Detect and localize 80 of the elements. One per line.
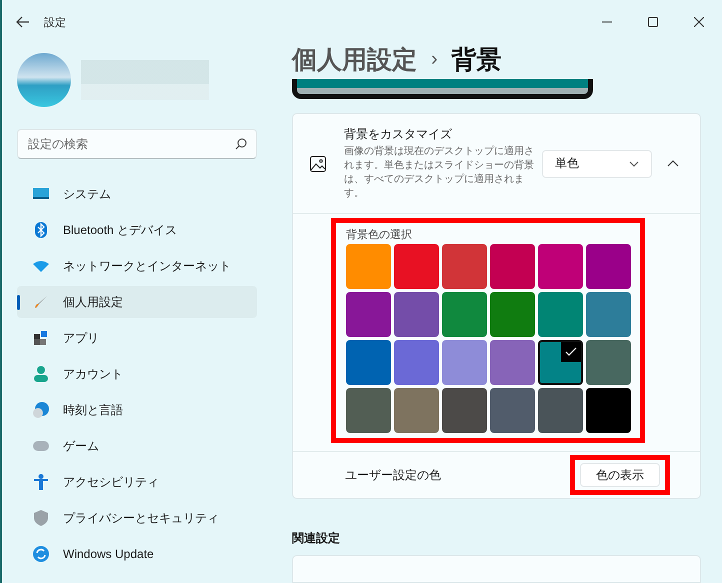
nav-label: アクセシビリティ (63, 474, 159, 490)
nav-label: アプリ (63, 330, 99, 346)
page-title: 背景 (452, 45, 502, 76)
custom-color-label: ユーザー設定の色 (345, 466, 441, 484)
color-picker-label: 背景色の選択 (346, 228, 413, 242)
nav-icon (33, 402, 49, 418)
nav-item[interactable]: Windows Update (17, 538, 257, 570)
nav-label: 時刻と言語 (63, 402, 123, 418)
nav-icon (33, 441, 49, 451)
window-title: 設定 (44, 16, 66, 30)
selection-indicator (17, 295, 20, 310)
nav-icon (33, 366, 49, 382)
nav-item[interactable]: Bluetooth とデバイス (17, 214, 257, 246)
nav-label: ゲーム (63, 438, 99, 454)
check-icon (561, 342, 581, 362)
nav-item[interactable]: ネットワークとインターネット (17, 250, 257, 282)
image-icon (310, 156, 326, 172)
setting-description: 画像の背景は現在のデスクトップに適用されます。単色またはスライドショーの背景は、すべてのデスクトップに適用されます。 (344, 145, 535, 202)
color-swatch[interactable] (442, 292, 487, 338)
nav-label: システム (63, 186, 111, 202)
nav-label: ネットワークとインターネット (63, 258, 231, 274)
color-swatch[interactable] (586, 244, 631, 290)
color-swatch[interactable] (490, 340, 535, 386)
nav-icon (33, 188, 49, 200)
color-swatch[interactable] (586, 340, 631, 386)
nav-item[interactable]: アカウント (17, 358, 257, 390)
background-type-dropdown[interactable]: 単色 (542, 150, 652, 178)
nav-icon (33, 331, 49, 345)
color-swatch[interactable] (490, 388, 535, 434)
maximize-icon (648, 17, 658, 27)
nav-item[interactable]: システム (17, 178, 257, 210)
nav-item[interactable]: 個人用設定 (17, 286, 257, 318)
nav-item[interactable]: 時刻と言語 (17, 394, 257, 426)
nav-icon (33, 546, 49, 562)
nav-icon (33, 222, 49, 238)
nav-label: アカウント (63, 366, 123, 382)
color-swatch[interactable] (538, 388, 583, 434)
color-swatch[interactable] (346, 388, 391, 434)
search-icon (235, 138, 247, 150)
color-swatch[interactable] (346, 244, 391, 290)
avatar-photo-placeholder (17, 53, 71, 107)
color-swatch[interactable] (346, 292, 391, 338)
color-swatch[interactable] (442, 244, 487, 290)
color-swatch[interactable] (394, 388, 439, 434)
nav-item[interactable]: アクセシビリティ (17, 466, 257, 498)
color-swatch[interactable] (586, 292, 631, 338)
color-swatch[interactable] (538, 340, 583, 386)
nav-label: Windows Update (63, 547, 154, 561)
nav-icon (33, 510, 49, 526)
color-swatch[interactable] (490, 292, 535, 338)
breadcrumb-separator: › (431, 48, 438, 71)
color-swatch[interactable] (394, 244, 439, 290)
color-swatch[interactable] (346, 340, 391, 386)
color-swatch[interactable] (538, 244, 583, 290)
setting-title: 背景をカスタマイズ (344, 126, 453, 144)
color-swatch[interactable] (394, 340, 439, 386)
back-arrow-icon[interactable] (16, 16, 30, 28)
nav-icon (33, 474, 49, 490)
color-swatch[interactable] (394, 292, 439, 338)
section-heading: 関連設定 (292, 530, 341, 548)
color-swatch[interactable] (586, 388, 631, 434)
nav-label: Bluetooth とデバイス (63, 222, 178, 238)
color-swatch[interactable] (442, 340, 487, 386)
minimize-icon (602, 21, 612, 23)
nav-item[interactable]: プライバシーとセキュリティ (17, 502, 257, 534)
search-field[interactable]: 設定の検索 (17, 129, 257, 159)
close-icon (694, 17, 704, 27)
nav-icon (33, 295, 49, 309)
color-swatch[interactable] (442, 388, 487, 434)
chevron-down-icon (629, 160, 639, 167)
nav-icon (33, 260, 49, 272)
view-colors-button[interactable]: 色の表示 (580, 463, 660, 488)
chevron-up-icon (667, 160, 679, 168)
nav-label: 個人用設定 (63, 294, 123, 310)
color-swatch[interactable] (538, 292, 583, 338)
color-swatch[interactable] (490, 244, 535, 290)
nav-label: プライバシーとセキュリティ (63, 510, 219, 526)
breadcrumb-parent[interactable]: 個人用設定 (292, 43, 417, 76)
nav-item[interactable]: ゲーム (17, 430, 257, 462)
nav-item[interactable]: アプリ (17, 322, 257, 354)
